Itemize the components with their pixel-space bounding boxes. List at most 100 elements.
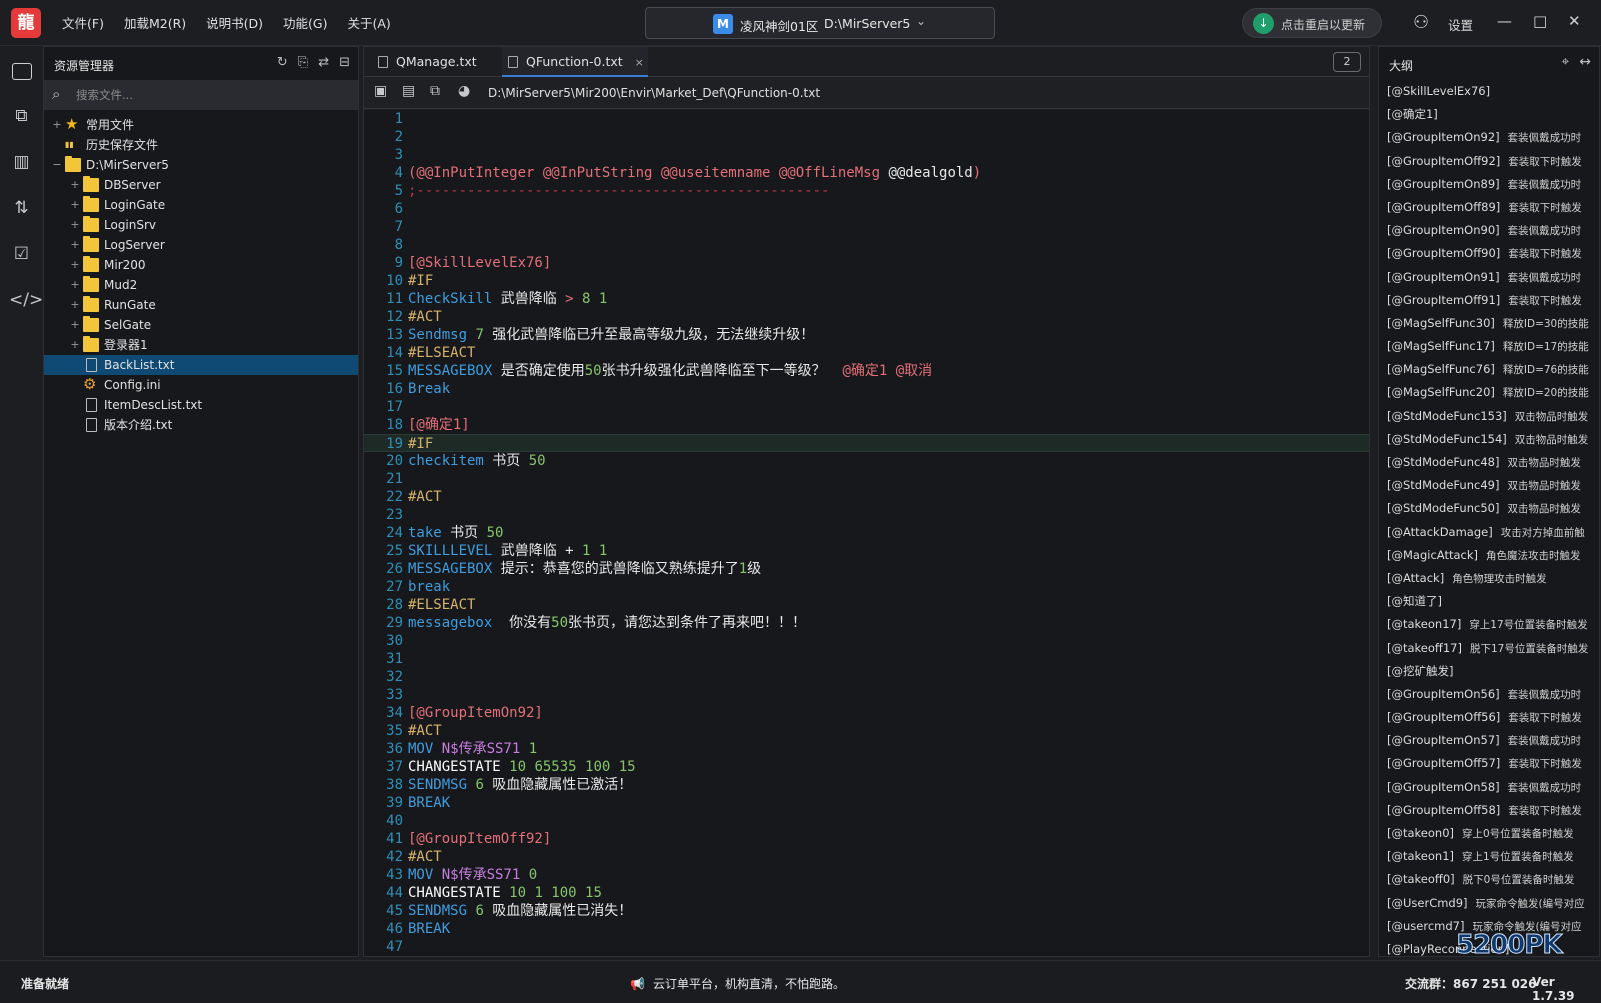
menu-functions[interactable]: 功能(G) <box>273 14 337 34</box>
save-icon[interactable]: ▣ <box>374 83 387 99</box>
settings-button[interactable]: 设置 <box>1448 15 1473 34</box>
menu-about[interactable]: 关于(A) <box>337 14 400 34</box>
maximize-icon[interactable]: □ <box>1533 12 1547 30</box>
outline-item[interactable]: [@takeon17] 穿上17号位置装备时触发 <box>1379 613 1599 636</box>
outline-item[interactable]: [@StdModeFunc49] 双击物品时触发 <box>1379 474 1599 497</box>
collapse-icon[interactable]: − <box>52 155 62 175</box>
outline-item[interactable]: [@StdModeFunc154] 双击物品时触发 <box>1379 428 1599 451</box>
tree-item[interactable]: + LogServer <box>44 235 358 255</box>
outline-item[interactable]: [@takeoff17] 脱下17号位置装备时触发 <box>1379 637 1599 660</box>
statistics-icon[interactable]: ▥ <box>9 150 34 175</box>
tree-item[interactable]: + Mir200 <box>44 255 358 275</box>
expand-icon[interactable]: + <box>70 215 80 235</box>
expand-icon[interactable]: + <box>70 235 80 255</box>
outline-item[interactable]: [@GroupItemOn57] 套装佩戴成功时 <box>1379 729 1599 752</box>
outline-item[interactable]: [@GroupItemOff90] 套装取下时触发 <box>1379 242 1599 265</box>
outline-item[interactable]: [@StdModeFunc50] 双击物品时触发 <box>1379 497 1599 520</box>
outline-item-desc: 穿上0号位置装备时触发 <box>1462 828 1574 840</box>
tree-item[interactable]: BackList.txt <box>44 355 358 375</box>
outline-item[interactable]: [@GroupItemOn90] 套装佩戴成功时 <box>1379 219 1599 242</box>
components-icon[interactable]: ⧉ <box>9 104 34 129</box>
expand-icon[interactable]: + <box>70 315 80 335</box>
outline-item[interactable]: [@MagSelfFunc76] 释放ID=76的技能 <box>1379 358 1599 381</box>
outline-item[interactable]: [@GroupItemOff57] 套装取下时触发 <box>1379 752 1599 775</box>
user-icon[interactable]: ⚇ <box>1413 12 1429 33</box>
outline-item[interactable]: [@GroupItemOff58] 套装取下时触发 <box>1379 799 1599 822</box>
expand-icon[interactable]: + <box>70 195 80 215</box>
outline-item[interactable]: [@GroupItemOff92] 套装取下时触发 <box>1379 150 1599 173</box>
refresh-icon[interactable]: ↻ <box>277 55 288 70</box>
tree-item[interactable]: + ★ 常用文件 <box>44 115 358 135</box>
expand-icon[interactable]: + <box>70 335 80 355</box>
outline-item[interactable]: [@确定1] <box>1379 103 1599 126</box>
tab-qfunction[interactable]: QFunction-0.txt × <box>502 47 648 77</box>
expand-icon[interactable]: + <box>70 275 80 295</box>
check-icon[interactable]: ☑ <box>9 242 34 267</box>
outline-item[interactable]: [@GroupItemOn91] 套装佩戴成功时 <box>1379 266 1599 289</box>
tree-item[interactable]: + DBServer <box>44 175 358 195</box>
tab-qmanage[interactable]: QManage.txt <box>372 47 500 77</box>
menu-load-m2[interactable]: 加载M2(R) <box>114 14 196 34</box>
tree-item[interactable]: − D:\MirServer5 <box>44 155 358 175</box>
outline-item[interactable]: [@GroupItemOn56] 套装佩戴成功时 <box>1379 683 1599 706</box>
explorer-icon[interactable] <box>12 63 32 80</box>
link-icon[interactable]: ⧉ <box>430 83 440 99</box>
outline-item[interactable]: [@GroupItemOff56] 套装取下时触发 <box>1379 706 1599 729</box>
outline-item[interactable]: [@AttackDamage] 攻击对方掉血前触 <box>1379 521 1599 544</box>
tree-item[interactable]: ItemDescList.txt <box>44 395 358 415</box>
server-selector[interactable]: M 凌风神剑01区 D:\MirServer5 ⌄ <box>645 7 995 39</box>
transfer-icon[interactable]: ⇅ <box>9 196 34 221</box>
outline-item[interactable]: [@MagSelfFunc20] 释放ID=20的技能 <box>1379 381 1599 404</box>
outline-item[interactable]: [@StdModeFunc153] 双击物品时触发 <box>1379 405 1599 428</box>
outline-item[interactable]: [@Attack] 角色物理攻击时触发 <box>1379 567 1599 590</box>
tab-count-badge[interactable]: 2 <box>1333 52 1361 72</box>
minimize-icon[interactable]: — <box>1497 12 1512 30</box>
calculator-icon[interactable]: ▤ <box>402 83 415 99</box>
file-search-input[interactable] <box>76 86 346 104</box>
outline-item[interactable]: [@GroupItemOff89] 套装取下时触发 <box>1379 196 1599 219</box>
outline-item[interactable]: [@GroupItemOn92] 套装佩戴成功时 <box>1379 126 1599 149</box>
outline-item[interactable]: [@takeoff0] 脱下0号位置装备时触发 <box>1379 868 1599 891</box>
tree-item[interactable]: 版本介绍.txt <box>44 415 358 435</box>
outline-item[interactable]: [@takeon0] 穿上0号位置装备时触发 <box>1379 822 1599 845</box>
palette-icon[interactable]: ◕ <box>458 83 470 99</box>
outline-item[interactable]: [@挖矿触发] <box>1379 660 1599 683</box>
menu-file[interactable]: 文件(F) <box>52 14 114 34</box>
outline-item[interactable]: [@MagSelfFunc17] 释放ID=17的技能 <box>1379 335 1599 358</box>
close-icon[interactable]: ✕ <box>1568 12 1581 30</box>
tab-close-icon[interactable]: × <box>635 56 644 69</box>
outline-item[interactable]: [@takeon1] 穿上1号位置装备时触发 <box>1379 845 1599 868</box>
outline-item[interactable]: [@MagicAttack] 角色魔法攻击时触发 <box>1379 544 1599 567</box>
swap-icon[interactable]: ⇄ <box>318 55 329 70</box>
tree-item[interactable]: ⚙ Config.ini <box>44 375 358 395</box>
menu-manual[interactable]: 说明书(D) <box>196 14 273 34</box>
outline-item[interactable]: [@GroupItemOn89] 套装佩戴成功时 <box>1379 173 1599 196</box>
tree-item[interactable]: + Mud2 <box>44 275 358 295</box>
code-icon[interactable]: </> <box>9 288 43 313</box>
tree-item[interactable]: + LoginSrv <box>44 215 358 235</box>
expand-icon[interactable]: + <box>52 115 62 135</box>
expand-icon[interactable]: + <box>70 175 80 195</box>
tree-item[interactable]: + RunGate <box>44 295 358 315</box>
collapse-all-icon[interactable]: ⊟ <box>339 55 350 70</box>
outline-item[interactable]: [@GroupItemOff91] 套装取下时触发 <box>1379 289 1599 312</box>
outline-item[interactable]: [@SkillLevelEx76] <box>1379 80 1599 103</box>
outline-item[interactable]: [@MagSelfFunc30] 释放ID=30的技能 <box>1379 312 1599 335</box>
code-token: 50 <box>528 453 546 469</box>
code-editor[interactable]: 1 2 3 4 (@@InPutInteger @@InPutString @@usei… <box>364 110 1369 956</box>
tree-item[interactable]: + LoginGate <box>44 195 358 215</box>
expand-icon[interactable]: + <box>70 295 80 315</box>
line-number: 39 <box>386 795 403 811</box>
outline-item[interactable]: [@GroupItemOn58] 套装佩戴成功时 <box>1379 776 1599 799</box>
expand-width-icon[interactable]: ↔ <box>1579 54 1591 70</box>
locate-icon[interactable]: ⌖ <box>1561 54 1569 70</box>
expand-icon[interactable]: + <box>70 255 80 275</box>
tree-item[interactable]: + SelGate <box>44 315 358 335</box>
tree-item[interactable]: ▮▮ 历史保存文件 <box>44 135 358 155</box>
outline-item[interactable]: [@StdModeFunc48] 双击物品时触发 <box>1379 451 1599 474</box>
tree-item[interactable]: + 登录器1 <box>44 335 358 355</box>
outline-item[interactable]: [@UserCmd9] 玩家命令触发(编号对应 <box>1379 892 1599 915</box>
outline-item[interactable]: [@知道了] <box>1379 590 1599 613</box>
restart-update-button[interactable]: ↓ 点击重启以更新 <box>1242 8 1382 38</box>
new-file-icon[interactable]: ⎘ <box>298 55 308 70</box>
